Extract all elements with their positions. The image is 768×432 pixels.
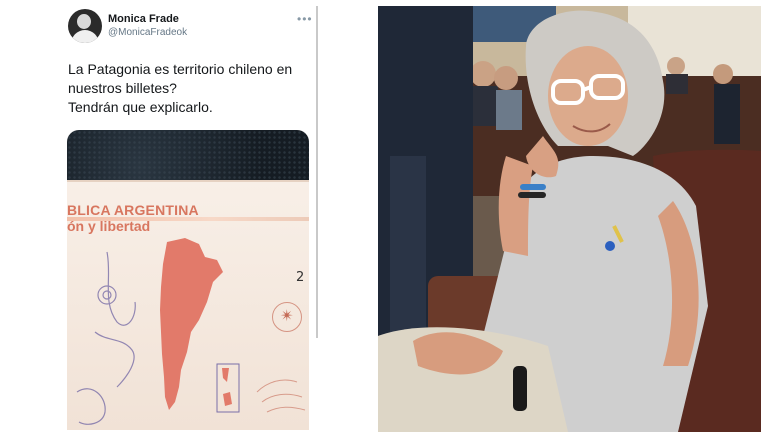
tweet-card: Monica Frade @MonicaFradeok ••• La Patag… — [0, 0, 352, 432]
chamber-photo — [378, 6, 761, 432]
author-name[interactable]: Monica Frade — [108, 13, 179, 25]
avatar-head — [77, 14, 91, 29]
banknote: BLICA ARGENTINA ón y libertad 2 ✴ — [67, 180, 309, 430]
tweet-text: La Patagonia es territorio chileno en nu… — [68, 60, 318, 117]
avatar[interactable] — [68, 9, 102, 43]
scrollbar[interactable] — [316, 6, 318, 338]
more-options-icon[interactable]: ••• — [297, 12, 313, 26]
author-handle[interactable]: @MonicaFradeok — [108, 27, 187, 38]
argentina-map — [160, 238, 223, 410]
banknote-illustration — [76, 238, 306, 425]
tweet-media-photo[interactable]: BLICA ARGENTINA ón y libertad 2 ✴ — [67, 130, 309, 430]
tree-illustration — [76, 251, 136, 425]
photo-illustration — [378, 6, 761, 432]
tweet-text-line: La Patagonia es territorio chileno en — [68, 61, 293, 77]
avatar-shoulders — [71, 30, 99, 43]
tweet-text-line: Tendrán que explicarlo. — [68, 99, 213, 115]
tweet-text-line: nuestros billetes? — [68, 80, 177, 96]
